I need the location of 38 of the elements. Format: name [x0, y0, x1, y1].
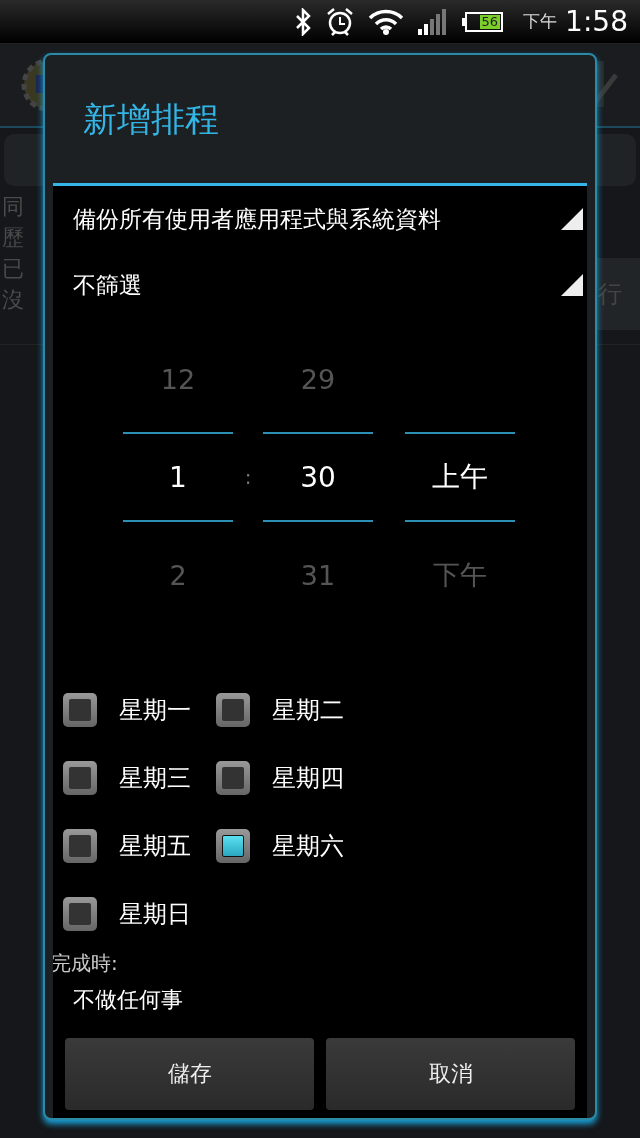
corner-triangle-icon — [561, 208, 583, 230]
clock-time: 1:58 — [565, 5, 628, 38]
day-label: 星期二 — [272, 695, 344, 726]
corner-triangle-icon — [561, 274, 583, 296]
checkbox[interactable] — [63, 693, 97, 727]
clock-ampm: 下午 — [523, 10, 558, 33]
day-label: 星期六 — [272, 831, 344, 862]
day-label: 星期三 — [119, 763, 191, 794]
alarm-clock-icon — [326, 6, 355, 37]
day-checkbox-row[interactable]: 星期六 — [216, 812, 376, 880]
checkbox[interactable] — [216, 761, 250, 795]
dialog-button[interactable]: 儲存 — [65, 1038, 314, 1110]
day-checkbox-row[interactable]: 星期一 — [63, 676, 216, 744]
day-checkbox-row[interactable]: 星期三 — [63, 744, 216, 812]
checkbox[interactable] — [63, 829, 97, 863]
day-checkbox-row[interactable]: 星期四 — [216, 744, 376, 812]
wifi-icon — [368, 8, 405, 35]
signal-icon — [418, 8, 449, 35]
day-checkbox-row[interactable]: 星期二 — [216, 676, 376, 744]
bluetooth-icon — [294, 7, 313, 36]
checkbox[interactable] — [216, 829, 250, 863]
day-checkbox-row[interactable]: 星期五 — [63, 812, 216, 880]
finish-action[interactable]: 不做任何事 — [53, 985, 587, 1015]
checkbox[interactable] — [216, 693, 250, 727]
checkbox[interactable] — [63, 897, 97, 931]
time-separator: : — [243, 464, 253, 491]
checkbox[interactable] — [63, 761, 97, 795]
dialog-button[interactable]: 取消 — [326, 1038, 575, 1110]
picker-value[interactable]: 1 — [123, 432, 233, 522]
day-label: 星期四 — [272, 763, 344, 794]
day-checkbox-row[interactable]: 星期日 — [63, 880, 216, 948]
picker-value[interactable]: 上午 — [405, 432, 515, 522]
battery-icon: 56 — [462, 11, 504, 32]
picker-value[interactable]: 30 — [263, 432, 373, 522]
day-label: 星期一 — [119, 695, 191, 726]
day-label: 星期日 — [119, 899, 191, 930]
day-label: 星期五 — [119, 831, 191, 862]
dialog-title: 新增排程 — [83, 99, 219, 139]
